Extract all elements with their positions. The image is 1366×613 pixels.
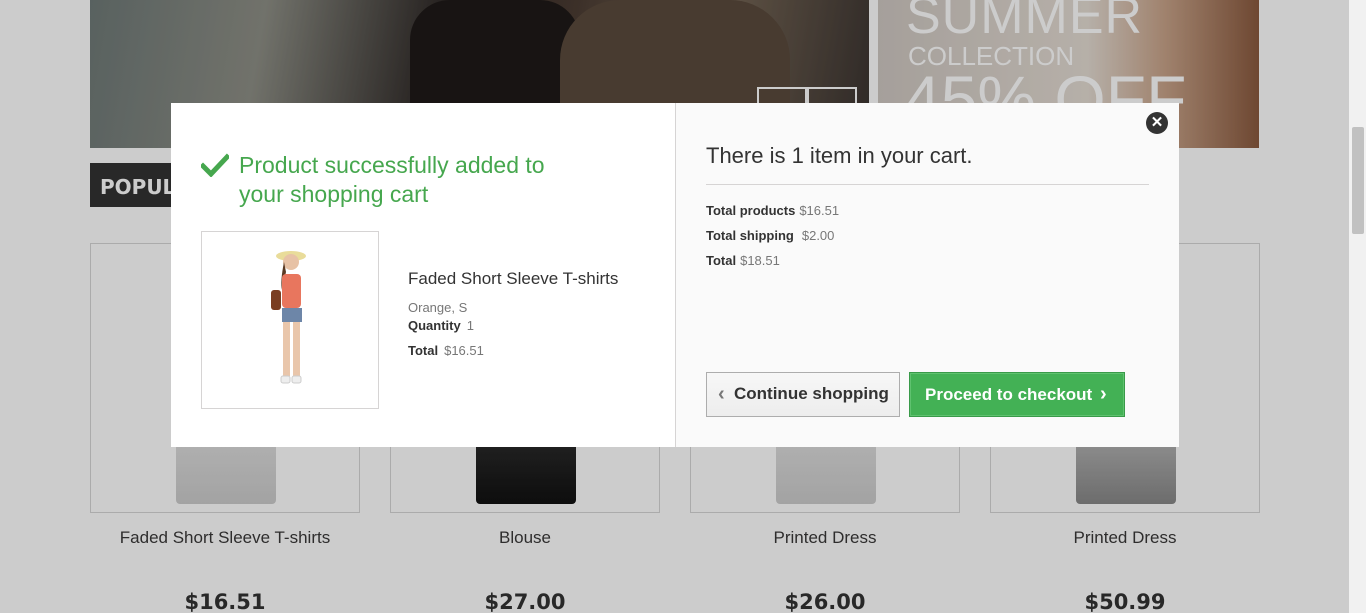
product-thumbnail	[201, 231, 379, 409]
add-to-cart-modal: Product successfully added to your shopp…	[171, 103, 1179, 447]
proceed-to-checkout-button[interactable]: Proceed to checkout ›	[909, 372, 1125, 417]
total-shipping-label: Total shipping	[706, 228, 794, 243]
product-attributes: Orange, S	[408, 300, 468, 315]
product-total-value: $16.51	[444, 343, 484, 358]
model-image	[202, 232, 378, 408]
continue-shopping-button[interactable]: ‹ Continue shopping	[706, 372, 900, 417]
success-message: Product successfully added to your shopp…	[201, 151, 561, 209]
check-icon	[201, 153, 229, 177]
cart-total-label: Total	[706, 253, 737, 268]
close-icon[interactable]: ✕	[1146, 112, 1168, 134]
scrollbar-thumb[interactable]	[1352, 127, 1364, 234]
total-shipping-row: Total shipping $2.00	[706, 228, 834, 243]
chevron-right-icon: ›	[1100, 383, 1107, 405]
modal-cart-panel: There is 1 item in your cart. Total prod…	[675, 103, 1179, 447]
total-products-value: $16.51	[799, 203, 840, 218]
scrollbar[interactable]	[1349, 0, 1366, 613]
total-products-row: Total products $16.51	[706, 203, 839, 218]
modal-product-title: Faded Short Sleeve T-shirts	[408, 269, 619, 288]
continue-shopping-label: Continue shopping	[734, 384, 889, 403]
product-total: Total $16.51	[408, 343, 484, 358]
cart-total-value: $18.51	[740, 253, 780, 268]
cart-total-row: Total $18.51	[706, 253, 780, 268]
product-total-label: Total	[408, 343, 439, 358]
success-text: Product successfully added to your shopp…	[239, 152, 545, 207]
modal-product-panel: Product successfully added to your shopp…	[171, 103, 675, 447]
cart-heading: There is 1 item in your cart.	[706, 143, 973, 168]
total-shipping-value: $2.00	[801, 228, 835, 243]
checkout-label: Proceed to checkout	[925, 385, 1093, 404]
quantity-label: Quantity	[408, 318, 461, 333]
divider	[706, 184, 1149, 185]
total-products-label: Total products	[706, 203, 796, 218]
product-quantity: Quantity 1	[408, 318, 474, 333]
chevron-left-icon: ‹	[718, 383, 725, 405]
quantity-value: 1	[466, 318, 474, 333]
